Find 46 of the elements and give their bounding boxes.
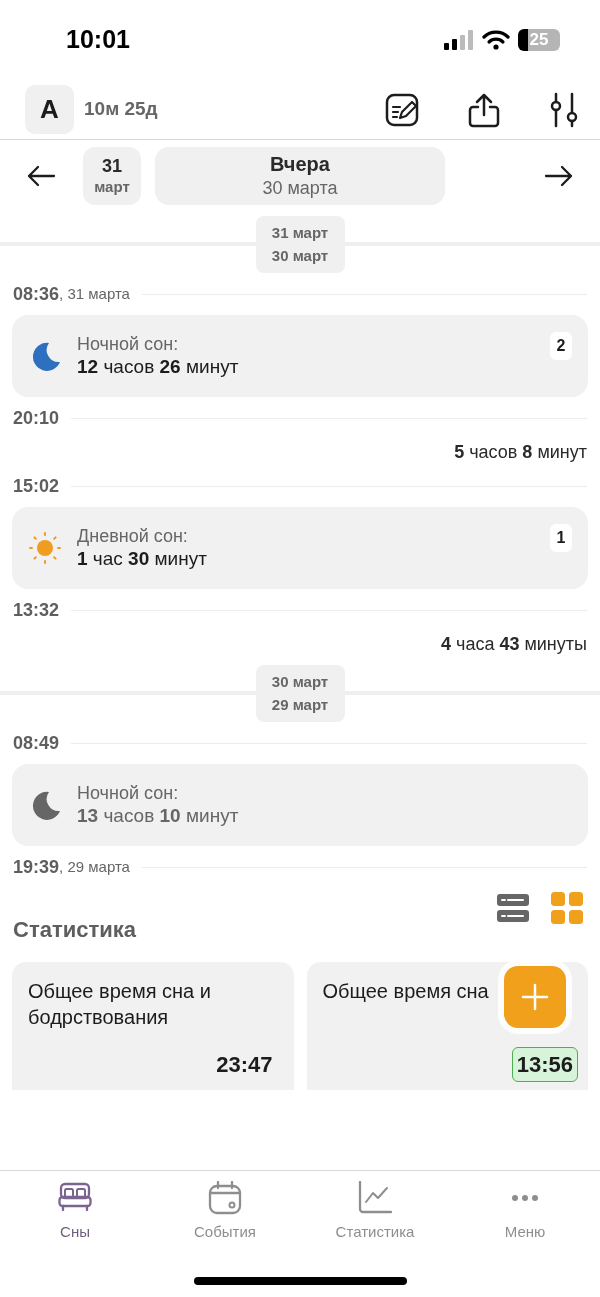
- stat-card-value: 23:47: [215, 1051, 274, 1079]
- arrow-right-icon[interactable]: [544, 164, 574, 188]
- sleep-duration: 1 час 30 минут: [77, 547, 207, 572]
- sleep-type-label: Ночной сон:: [77, 781, 180, 805]
- sleep-card[interactable]: Ночной сон: 12 часов 26 минут 2: [12, 315, 588, 397]
- day-chip[interactable]: 31 март: [83, 147, 141, 205]
- date-label: , 29 марта: [59, 856, 130, 877]
- time-label: 13:32: [13, 598, 60, 622]
- count-badge: 2: [550, 332, 572, 360]
- sleep-card[interactable]: Дневной сон: 1 час 30 минут 1: [12, 507, 588, 589]
- section-title: Статистика: [13, 916, 136, 944]
- signal-icon: [444, 30, 474, 50]
- edit-icon[interactable]: [385, 92, 419, 127]
- sleep-card[interactable]: Ночной сон: 13 часов 10 минут: [12, 764, 588, 846]
- child-age: 10м 25д: [84, 97, 158, 122]
- sleep-type-label: Дневной сон:: [77, 524, 189, 548]
- date-label: , 31 марта: [59, 283, 130, 304]
- date-selector[interactable]: Вчера 30 марта: [155, 147, 445, 205]
- share-icon[interactable]: [467, 91, 501, 128]
- stat-card[interactable]: Общее время сна и бодрствования 23:47: [12, 962, 294, 1090]
- battery-level: 25: [529, 29, 549, 51]
- awake-duration: 4 часа 43 минуты: [441, 632, 587, 656]
- avatar[interactable]: A: [25, 85, 74, 134]
- stat-card-value: 13:56: [511, 1047, 578, 1082]
- sleep-duration: 13 часов 10 минут: [77, 804, 239, 829]
- list-view-icon[interactable]: [497, 893, 529, 923]
- time-label: 15:02: [13, 474, 60, 498]
- date-range-chip: 31 март 30 март: [255, 216, 345, 273]
- count-badge: 1: [550, 524, 572, 552]
- tab[interactable]: Сны: [0, 1181, 150, 1244]
- awake-duration: 5 часов 8 минут: [454, 440, 587, 464]
- stat-card-title: Общее время сна и бодрствования: [28, 979, 212, 1030]
- status-time: 10:01: [66, 24, 130, 56]
- plus-icon: [521, 983, 549, 1011]
- calendar-icon: [208, 1181, 242, 1215]
- time-label: 19:39: [13, 855, 60, 879]
- time-label: 08:49: [13, 731, 60, 755]
- date-range-chip: 30 март 29 март: [255, 665, 345, 722]
- sleep-type-label: Ночной сон:: [77, 332, 180, 356]
- wifi-icon: [482, 30, 510, 50]
- stat-card-title: Общее время сна: [322, 979, 489, 1004]
- settings-icon[interactable]: [549, 91, 579, 128]
- time-label: 20:10: [13, 406, 60, 430]
- sleep-duration: 12 часов 26 минут: [77, 355, 239, 380]
- chart-icon: [358, 1181, 392, 1215]
- arrow-left-icon[interactable]: [26, 164, 56, 188]
